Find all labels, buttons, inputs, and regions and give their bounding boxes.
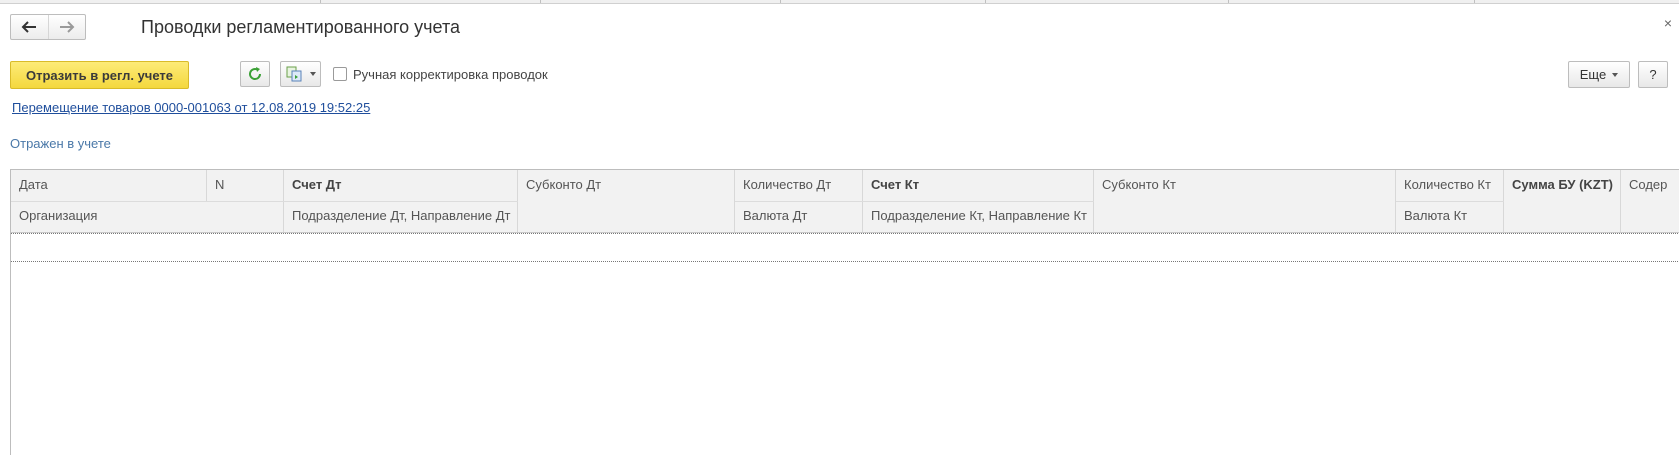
navigation-buttons bbox=[10, 14, 86, 40]
top-panel-edge bbox=[0, 0, 1679, 4]
back-button[interactable] bbox=[11, 15, 48, 39]
chevron-down-icon bbox=[1612, 72, 1619, 77]
post-to-regulated-accounting-button[interactable]: Отразить в регл. учете bbox=[10, 61, 189, 89]
arrow-right-icon bbox=[59, 21, 75, 33]
column-header-division-kt[interactable]: Подразделение Кт, Направление Кт bbox=[863, 201, 1094, 232]
close-icon[interactable]: × bbox=[1664, 15, 1672, 31]
column-header-sum-bu[interactable]: Сумма БУ (KZT) bbox=[1504, 170, 1621, 232]
chevron-down-icon bbox=[309, 72, 316, 76]
help-button[interactable]: ? bbox=[1638, 61, 1668, 88]
table-header: Дата N Счет Дт Субконто Дт Количество Дт… bbox=[11, 170, 1679, 233]
column-header-date[interactable]: Дата bbox=[11, 170, 207, 201]
posting-status: Отражен в учете bbox=[10, 136, 111, 151]
postings-table[interactable]: Дата N Счет Дт Субконто Дт Количество Дт… bbox=[10, 169, 1679, 455]
copy-menu-button[interactable] bbox=[280, 61, 321, 87]
table-row-placeholder[interactable] bbox=[11, 233, 1679, 262]
column-header-currency-kt[interactable]: Валюта Кт bbox=[1396, 201, 1504, 232]
more-button[interactable]: Еще bbox=[1568, 61, 1630, 88]
column-header-qty-dt[interactable]: Количество Дт bbox=[735, 170, 863, 201]
refresh-icon bbox=[249, 67, 262, 80]
column-header-division-dt[interactable]: Подразделение Дт, Направление Дт bbox=[284, 201, 518, 232]
column-header-account-kt[interactable]: Счет Кт bbox=[863, 170, 1094, 201]
column-header-subconto-dt[interactable]: Субконто Дт bbox=[518, 170, 735, 232]
page-title: Проводки регламентированного учета bbox=[141, 17, 461, 37]
column-header-subconto-kt[interactable]: Субконто Кт bbox=[1094, 170, 1396, 232]
document-link[interactable]: Перемещение товаров 0000-001063 от 12.08… bbox=[12, 100, 370, 115]
column-header-qty-kt[interactable]: Количество Кт bbox=[1396, 170, 1504, 201]
forward-button[interactable] bbox=[47, 15, 86, 39]
column-header-currency-dt[interactable]: Валюта Дт bbox=[735, 201, 863, 232]
header-divider bbox=[735, 201, 1094, 202]
copy-documents-icon bbox=[286, 66, 301, 82]
manual-correction-label[interactable]: Ручная корректировка проводок bbox=[353, 67, 548, 82]
more-button-label: Еще bbox=[1579, 67, 1607, 82]
column-header-account-dt[interactable]: Счет Дт bbox=[284, 170, 518, 201]
header-divider bbox=[11, 201, 518, 202]
column-header-n[interactable]: N bbox=[207, 170, 284, 201]
column-header-content[interactable]: Содер bbox=[1621, 170, 1679, 232]
refresh-button[interactable] bbox=[240, 61, 270, 87]
column-header-organization[interactable]: Организация bbox=[11, 201, 284, 232]
manual-correction-checkbox[interactable] bbox=[333, 67, 347, 81]
arrow-left-icon bbox=[21, 21, 37, 33]
header-divider bbox=[1396, 201, 1504, 202]
